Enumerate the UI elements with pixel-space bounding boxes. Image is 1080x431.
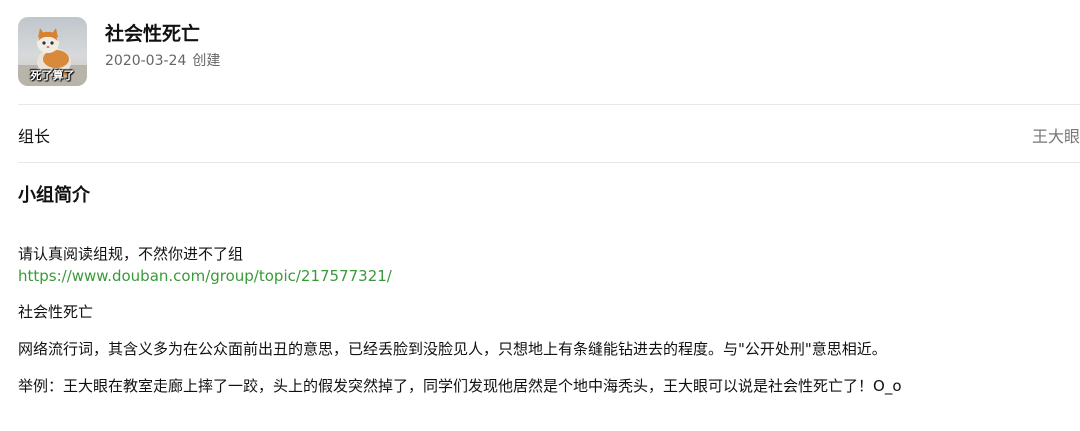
divider [18,162,1080,163]
intro-heading: 小组简介 [18,185,90,206]
rules-notice: 请认真阅读组规，不然你进不了组 [18,245,244,263]
definition-text: 网络流行词，其含义多为在公众面前出丑的意思，已经丢脸到没脸见人，只想地上有条缝能… [18,340,887,358]
divider [18,104,1080,105]
rules-link[interactable]: https://www.douban.com/group/topic/21757… [18,265,392,287]
term-text: 社会性死亡 [18,303,94,321]
intro-body: 请认真阅读组规，不然你进不了组 https://www.douban.com/g… [18,243,1078,397]
created-date: 2020-03-24 [105,53,187,69]
leader-row[interactable]: 组长 王大眼 [18,123,1080,147]
group-meta: 2020-03-24 创建 [105,50,220,70]
leader-name[interactable]: 王大眼 [1032,123,1080,147]
group-avatar[interactable]: 死了算了 [18,17,87,86]
leader-label: 组长 [18,127,51,146]
leader-name-text: 王大眼 [1031,127,1080,146]
group-page: 死了算了 社会性死亡 2020-03-24 创建 组长 王大眼 小组简介 请认真阅… [0,0,1080,431]
created-label: 创建 [192,53,221,69]
group-header: 死了算了 社会性死亡 2020-03-24 创建 [18,17,1080,87]
example-text: 举例：王大眼在教室走廊上摔了一跤，头上的假发突然掉了，同学们发现他居然是个地中海… [18,377,902,395]
group-title: 社会性死亡 [105,23,201,45]
avatar-caption: 死了算了 [30,69,75,82]
